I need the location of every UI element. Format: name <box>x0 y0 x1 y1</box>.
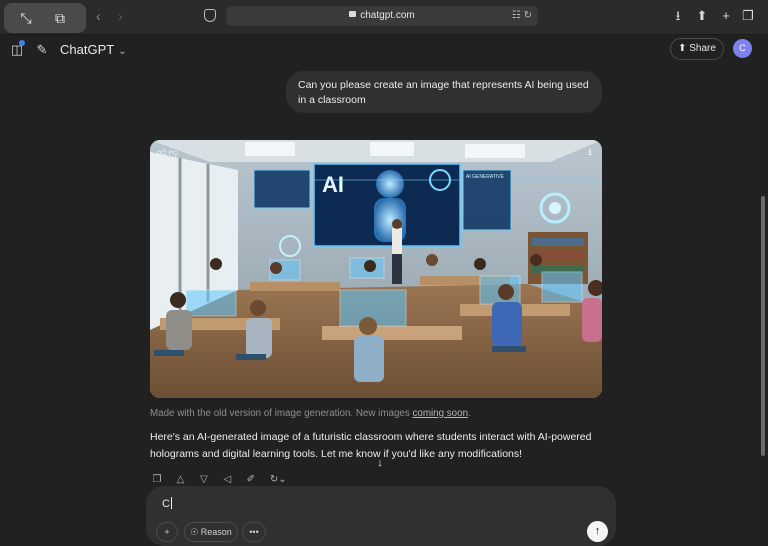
new-chat-icon[interactable]: ✎ <box>34 42 50 58</box>
message-input[interactable]: C <box>162 497 172 510</box>
plus-icon[interactable]: + <box>718 8 734 24</box>
share-icon[interactable]: ⬆ <box>694 8 710 24</box>
translate-icon[interactable]: ☷ <box>512 10 521 21</box>
picture-in-picture-icon[interactable]: ⧉ <box>51 10 69 26</box>
model-selector[interactable]: ChatGPT ⌄ <box>60 42 127 57</box>
text-caret <box>170 497 172 509</box>
avatar[interactable]: C <box>733 39 752 58</box>
thumbs-up-icon[interactable]: 👍︎ <box>157 147 166 157</box>
coming-soon-link[interactable]: coming soon <box>412 408 468 419</box>
regenerate-icon[interactable]: ↻⌄ <box>267 473 289 487</box>
chevron-down-icon: ⌄ <box>118 46 127 57</box>
edit-image-icon[interactable]: ✐ <box>244 473 258 487</box>
arrow-up-icon: ↑ <box>594 525 601 537</box>
image-caption: Made with the old version of image gener… <box>150 408 471 419</box>
lightbulb-icon: ☉ <box>190 527 199 537</box>
url-text: chatgpt.com <box>360 10 415 21</box>
message-actions: ❐ △ ▽ ◁ ✐ ↻⌄ <box>150 469 294 485</box>
back-icon[interactable]: ‹ <box>96 8 101 24</box>
window-controls: ⤡ ⧉ <box>4 3 86 33</box>
download-icon[interactable]: ⭳ <box>670 8 686 24</box>
share-button[interactable]: ⬆ Share <box>670 38 724 60</box>
scrollbar-thumb[interactable] <box>761 196 765 456</box>
user-message: Can you please create an image that repr… <box>286 71 602 113</box>
address-bar[interactable]: chatgpt.com ☷ ↻ <box>226 6 538 26</box>
thumbs-down-icon[interactable]: 👎︎ <box>169 147 178 157</box>
resize-icon[interactable]: ⤡ <box>17 10 35 26</box>
generated-image[interactable]: AI AI GENERATIVE <box>150 140 602 398</box>
notification-dot <box>19 40 25 46</box>
more-options-button[interactable]: ••• <box>242 522 266 542</box>
shield-icon[interactable] <box>204 9 216 22</box>
model-name: ChatGPT <box>60 42 115 57</box>
thumbs-down-icon[interactable]: ▽ <box>197 473 211 487</box>
reason-label: Reason <box>200 527 232 537</box>
read-aloud-icon[interactable]: ◁ <box>220 473 234 487</box>
plus-icon: + <box>164 527 170 537</box>
panel-text: AI GENERATIVE <box>466 174 505 180</box>
thumbs-up-icon[interactable]: △ <box>173 473 187 487</box>
share-icon: ⬆ <box>678 43 687 54</box>
caption-text: Made with the old version of image gener… <box>150 408 413 419</box>
more-icon: ••• <box>249 527 259 537</box>
add-attachment-button[interactable]: + <box>156 522 178 542</box>
board-text: AI <box>322 172 344 197</box>
reload-icon[interactable]: ↻ <box>524 10 532 21</box>
share-label: Share <box>689 43 716 54</box>
copy-icon[interactable]: ❐ <box>150 473 164 487</box>
forward-icon[interactable]: › <box>118 8 123 24</box>
tabs-icon[interactable]: ❐ <box>740 8 756 24</box>
scroll-down-icon[interactable]: ↓ <box>373 456 387 470</box>
input-value: C <box>162 498 170 510</box>
lock-icon <box>349 11 357 17</box>
reason-button[interactable]: ☉ Reason <box>184 522 238 542</box>
download-image-icon[interactable]: ⭳ <box>584 147 596 159</box>
caption-end: . <box>468 408 471 419</box>
image-feedback: 👍︎ 👎︎ <box>157 147 178 158</box>
